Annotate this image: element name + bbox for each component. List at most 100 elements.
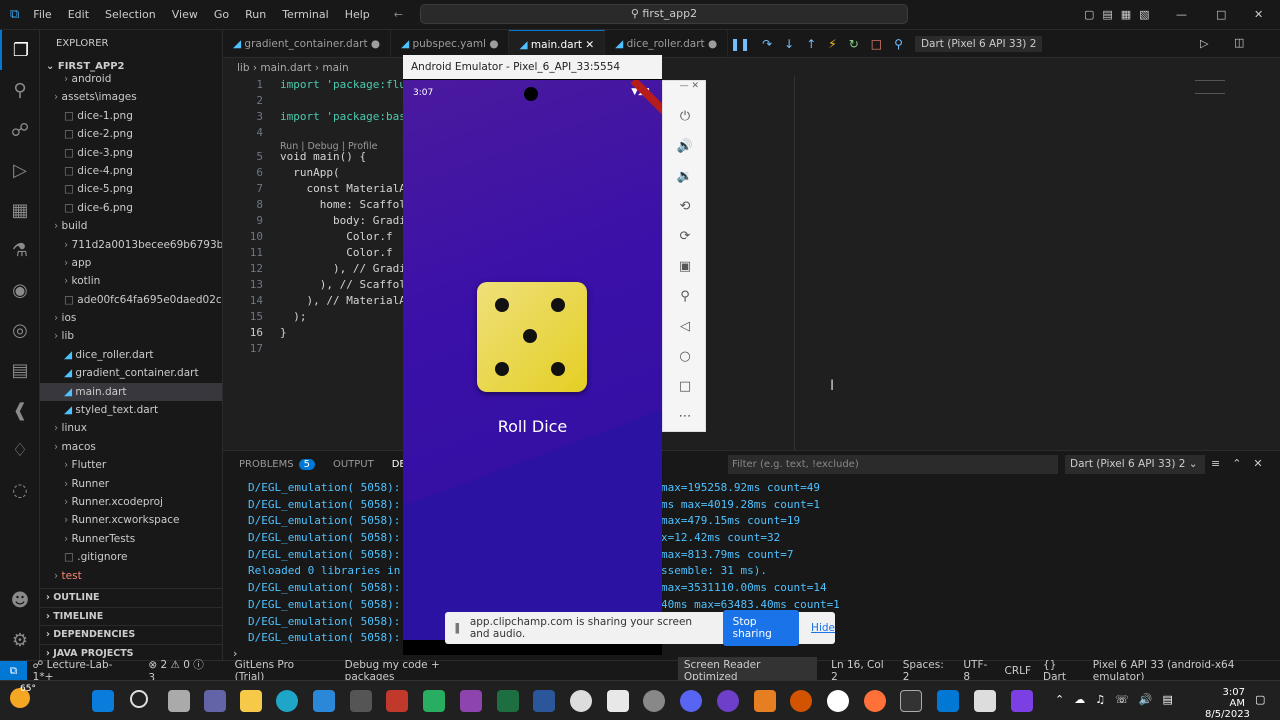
encoding-status[interactable]: UTF-8 bbox=[963, 659, 992, 683]
power-icon[interactable]: ⏻ bbox=[663, 101, 707, 131]
panel-tab[interactable]: PROBLEMS 5 bbox=[239, 459, 315, 470]
cursor-position[interactable]: Ln 16, Col 2 bbox=[831, 659, 891, 683]
system-tray[interactable]: ⌃☁♫☏🔊▤ bbox=[1055, 693, 1183, 706]
drag-handle-icon[interactable]: ❚ bbox=[453, 622, 462, 634]
overview-icon[interactable]: □ bbox=[663, 371, 707, 401]
roll-dice-button[interactable]: Roll Dice bbox=[403, 417, 662, 436]
tree-item[interactable]: ◢ gradient_container.dart bbox=[40, 364, 222, 382]
tree-item[interactable]: › 711d2a0013becee69b6793b... bbox=[40, 236, 222, 254]
stop-icon[interactable]: □ bbox=[871, 37, 882, 51]
split-editor-icon[interactable]: ◫ bbox=[1234, 36, 1244, 49]
account-icon[interactable]: ☻ bbox=[0, 580, 40, 620]
modified-dot-icon[interactable]: ● bbox=[705, 38, 717, 50]
menu-item[interactable]: Selection bbox=[105, 8, 156, 21]
python-icon[interactable]: ♢ bbox=[0, 430, 40, 470]
gitlens-status[interactable]: GitLens Pro (Trial) bbox=[235, 659, 323, 683]
rotate-left-icon[interactable]: ⟲ bbox=[663, 191, 707, 221]
step-over-icon[interactable]: ↷ bbox=[762, 37, 772, 51]
tree-item[interactable]: › Runner bbox=[40, 475, 222, 493]
clock[interactable]: 3:07 AM 8/5/2023 bbox=[1205, 687, 1250, 720]
tree-item[interactable]: › Runner.xcworkspace bbox=[40, 511, 222, 529]
tree-item[interactable]: › linux bbox=[40, 419, 222, 437]
app-icon[interactable] bbox=[754, 690, 776, 712]
sidebar-section[interactable]: › DEPENDENCIES bbox=[40, 625, 222, 644]
tree-item[interactable]: □ ade00fc64fa695e0daed02c11... bbox=[40, 291, 222, 309]
github-icon[interactable] bbox=[717, 690, 739, 712]
emulator-screen[interactable]: 3:07 ▼◢▮ Roll Dice bbox=[403, 80, 662, 640]
tree-item[interactable]: □ dice-4.png bbox=[40, 162, 222, 180]
tree-item[interactable]: › app bbox=[40, 254, 222, 272]
terminal-icon[interactable]: ▤ bbox=[0, 350, 40, 390]
more-icon[interactable]: ⋯ bbox=[663, 401, 707, 431]
maximize-button[interactable]: □ bbox=[1216, 8, 1226, 21]
tree-item[interactable]: ◢ dice_roller.dart bbox=[40, 346, 222, 364]
rotate-right-icon[interactable]: ⟳ bbox=[663, 221, 707, 251]
device-selector[interactable]: Dart (Pixel 6 API 33) 2 bbox=[914, 36, 1043, 52]
inspect-icon[interactable]: ⚲ bbox=[894, 37, 903, 51]
close-tab-icon[interactable]: ✕ bbox=[582, 39, 594, 51]
command-search[interactable]: ⚲ first_app2 bbox=[420, 4, 908, 24]
volume-down-icon[interactable]: 🔉 bbox=[663, 161, 707, 191]
tree-item[interactable]: › macos bbox=[40, 438, 222, 456]
tree-item[interactable]: □ dice-3.png bbox=[40, 144, 222, 162]
editor-tab[interactable]: ◢ main.dart ✕ bbox=[509, 30, 606, 58]
gitlens-icon[interactable]: ◉ bbox=[0, 270, 40, 310]
camera-icon[interactable]: ▣ bbox=[663, 251, 707, 281]
codelens[interactable]: Run | Debug | Profile bbox=[280, 141, 377, 152]
pause-icon[interactable]: ❚❚ bbox=[730, 37, 750, 51]
tree-item[interactable]: › RunnerTests bbox=[40, 530, 222, 548]
debug-session-select[interactable]: Dart (Pixel 6 API 33) 2 ⌄ bbox=[1065, 455, 1205, 474]
tree-item[interactable]: □ dice-2.png bbox=[40, 125, 222, 143]
file-explorer-icon[interactable] bbox=[240, 690, 262, 712]
volume-up-icon[interactable]: 🔊 bbox=[663, 131, 707, 161]
modified-dot-icon[interactable]: ● bbox=[368, 38, 380, 50]
tree-item[interactable]: □ dice-6.png bbox=[40, 199, 222, 217]
tree-item[interactable]: › lib bbox=[40, 327, 222, 345]
vscode-taskbar-icon[interactable] bbox=[937, 690, 959, 712]
app-icon[interactable] bbox=[350, 690, 372, 712]
task-view-icon[interactable] bbox=[168, 690, 190, 712]
eol-status[interactable]: CRLF bbox=[1005, 665, 1032, 677]
menu-item[interactable]: Edit bbox=[68, 8, 89, 21]
tree-item[interactable]: □ .gitignore bbox=[40, 548, 222, 566]
app-icon[interactable] bbox=[570, 690, 592, 712]
language-status[interactable]: {} Dart bbox=[1043, 659, 1081, 683]
app-icon[interactable] bbox=[386, 690, 408, 712]
app-icon[interactable] bbox=[423, 690, 445, 712]
settings-taskbar-icon[interactable] bbox=[643, 690, 665, 712]
menu-item[interactable]: Terminal bbox=[282, 8, 329, 21]
word-icon[interactable] bbox=[533, 690, 555, 712]
terminal-taskbar-icon[interactable] bbox=[900, 690, 922, 712]
panel-tab[interactable]: OUTPUT bbox=[333, 459, 374, 470]
hot-reload-icon[interactable]: ⚡ bbox=[828, 37, 836, 51]
debug-mode-status[interactable]: Debug my code + packages bbox=[345, 659, 486, 683]
menu-item[interactable]: Help bbox=[345, 8, 370, 21]
tree-item[interactable]: › assets\images bbox=[40, 88, 222, 106]
run-debug-icon[interactable]: ▷ bbox=[0, 150, 40, 190]
flutter-icon[interactable]: ❰ bbox=[0, 390, 40, 430]
settings-gear-icon[interactable]: ⚙ bbox=[0, 620, 40, 660]
start-icon[interactable] bbox=[92, 690, 114, 712]
device-status[interactable]: Pixel 6 API 33 (android-x64 emulator) bbox=[1093, 659, 1280, 683]
tree-item[interactable]: □ dice-1.png bbox=[40, 107, 222, 125]
restart-icon[interactable]: ↻ bbox=[849, 37, 859, 51]
menu-item[interactable]: View bbox=[172, 8, 198, 21]
editor-tab[interactable]: ◢ gradient_container.dart ● bbox=[223, 30, 392, 58]
store-icon[interactable] bbox=[313, 690, 335, 712]
editor-tab[interactable]: ◢ pubspec.yaml ● bbox=[391, 30, 510, 58]
home-icon[interactable]: ○ bbox=[663, 341, 707, 371]
tree-item[interactable]: ◢ styled_text.dart bbox=[40, 401, 222, 419]
tree-item[interactable]: › Runner.xcodeproj bbox=[40, 493, 222, 511]
panel-actions[interactable]: ≡⌃✕ bbox=[1211, 457, 1275, 470]
chat-icon[interactable] bbox=[204, 690, 226, 712]
filter-input[interactable]: Filter (e.g. text, !exclude) bbox=[728, 455, 1058, 474]
remote-icon[interactable]: ◎ bbox=[0, 310, 40, 350]
app-icon[interactable] bbox=[607, 690, 629, 712]
layout-icons[interactable]: ▢▤▦▧ bbox=[1084, 8, 1158, 21]
minimize-button[interactable]: — bbox=[1176, 8, 1187, 21]
excel-icon[interactable] bbox=[497, 690, 519, 712]
tree-item[interactable]: › test bbox=[40, 567, 222, 585]
testing-icon[interactable]: ⚗ bbox=[0, 230, 40, 270]
edge-icon[interactable]: ◌ bbox=[0, 470, 40, 510]
tree-item[interactable]: › android bbox=[40, 70, 222, 88]
